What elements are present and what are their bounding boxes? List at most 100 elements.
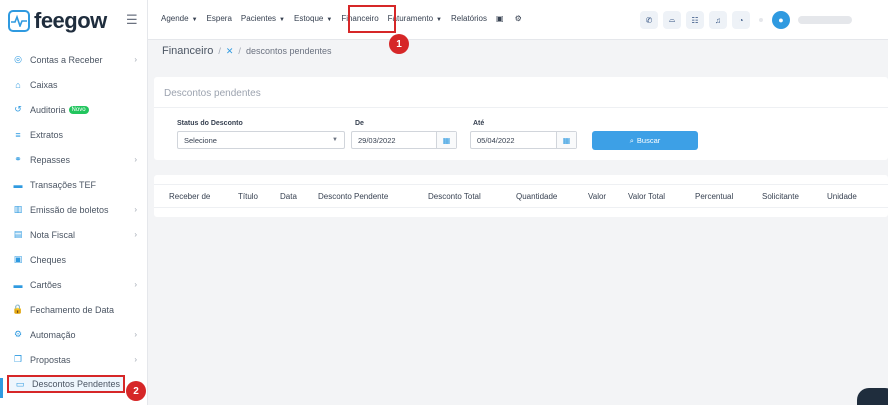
sidebar-item-fechamento-de-data[interactable]: 🔒 Fechamento de Data [0, 297, 148, 322]
sidebar-nav: ◎ Contas a Receber › ⌂ Caixas ↺ Auditoria Novo ≡… [0, 47, 148, 393]
handshake-icon: ⚭ [14, 154, 22, 164]
status-select[interactable]: Selecione ▼ [177, 131, 345, 149]
from-date-input[interactable]: 29/03/2022 ▦ [351, 131, 457, 149]
sidebar-item-nota-fiscal[interactable]: ▤ Nota Fiscal › [0, 222, 148, 247]
sidebar-item-caixas[interactable]: ⌂ Caixas [0, 72, 148, 97]
percent-icon[interactable]: ✕ [226, 46, 234, 57]
save-icon[interactable]: ▣ [496, 14, 504, 23]
cogs-icon: ⚙ [13, 329, 23, 339]
sidebar-item-label: Extratos [30, 129, 64, 140]
column-header[interactable]: Quantidade [516, 192, 557, 201]
from-date-label: De [355, 120, 364, 127]
cash-register-icon: ⌂ [15, 79, 21, 90]
bell-icon[interactable]: ♫ [709, 11, 727, 29]
hamburger-menu-icon[interactable]: ☰ [126, 12, 138, 28]
active-indicator [0, 378, 3, 398]
sidebar-item-contas-a-receber[interactable]: ◎ Contas a Receber › [0, 47, 148, 72]
topbar-actions: ✆ ⌓ ☷ ♫ ◔ ● [640, 11, 852, 29]
from-date-value: 29/03/2022 [358, 135, 396, 145]
credit-card-icon: ▬ [13, 279, 23, 290]
logo-heartbeat-icon [8, 10, 30, 32]
sidebar-item-label: Fechamento de Data [30, 304, 115, 315]
list-icon: ≡ [15, 129, 21, 140]
sidebar-item-label: Emissão de boletos [30, 204, 109, 215]
menu-item-label: Relatórios [450, 14, 487, 23]
menu-item-pacientes[interactable]: Pacientes ▼ [241, 14, 285, 23]
menu-item-label: Espera [206, 14, 232, 23]
barcode-icon: ▥ [13, 204, 23, 214]
lock-icon: 🔒 [12, 304, 24, 314]
sidebar-item-label: Transações TEF [30, 179, 97, 190]
column-header[interactable]: Receber de [169, 192, 210, 201]
menu-item-espera[interactable]: Espera [207, 14, 232, 23]
user-name-blurred[interactable] [798, 16, 852, 24]
menu-item-relatorios[interactable]: Relatórios [451, 14, 487, 23]
sidebar-item-emissao-de-boletos[interactable]: ▥ Emissão de boletos › [0, 197, 148, 222]
sidebar-item-label: Auditoria [30, 104, 66, 115]
sidebar: feegow ☰ ◎ Contas a Receber › ⌂ Caixas ↺ Audit… [0, 0, 148, 405]
sidebar-item-transacoes-tef[interactable]: ▬ Transações TEF [0, 172, 148, 197]
column-header[interactable]: Valor Total [628, 192, 665, 201]
sidebar-item-label: Cartões [30, 279, 62, 290]
status-label: Status do Desconto [177, 120, 243, 127]
column-header[interactable]: Valor [588, 192, 606, 201]
new-badge: Novo [68, 105, 89, 114]
panel-title: Descontos pendentes [164, 88, 261, 99]
chevron-right-icon: › [134, 355, 137, 364]
to-date-label: Até [473, 120, 485, 127]
avatar[interactable]: ● [772, 11, 790, 29]
check-icon: ▣ [13, 254, 23, 264]
menu-item-agende[interactable]: Agende ▼ [161, 14, 198, 23]
sidebar-item-automacao[interactable]: ⚙ Automação › [0, 322, 148, 347]
sidebar-item-propostas[interactable]: ❐ Propostas › [0, 347, 148, 372]
list-icon[interactable]: ☷ [686, 11, 704, 29]
menu-item-label: Pacientes [240, 14, 277, 23]
column-header[interactable]: Desconto Total [428, 192, 481, 201]
column-header[interactable]: Título [238, 192, 258, 201]
sidebar-item-auditoria[interactable]: ↺ Auditoria Novo [0, 97, 148, 122]
column-header[interactable]: Percentual [695, 192, 733, 201]
search-icon: ⌕ [629, 135, 634, 145]
copy-icon: ❐ [13, 354, 23, 364]
money-icon: ▭ [15, 378, 25, 389]
chevron-right-icon: › [134, 230, 137, 239]
chevron-right-icon: › [134, 155, 137, 164]
table-header: Receber de Título Data Desconto Pendente Des… [154, 184, 888, 208]
chevron-right-icon: › [134, 330, 137, 339]
breadcrumb-current: descontos pendentes [245, 46, 332, 56]
calendar-icon[interactable]: ▦ [436, 132, 456, 148]
sidebar-item-repasses[interactable]: ⚭ Repasses › [0, 147, 148, 172]
sidebar-item-label: Propostas [30, 354, 71, 365]
sidebar-item-descontos-pendentes[interactable]: ▭ Descontos Pendentes [7, 375, 125, 393]
column-header[interactable]: Data [280, 192, 297, 201]
sidebar-item-cheques[interactable]: ▣ Cheques [0, 247, 148, 272]
search-button[interactable]: ⌕ Buscar [592, 131, 698, 150]
chat-widget-button[interactable] [857, 388, 888, 405]
step-marker-1: 1 [389, 34, 409, 54]
column-header[interactable]: Desconto Pendente [318, 192, 388, 201]
chevron-right-icon: › [134, 205, 137, 214]
phone-icon[interactable]: ✆ [640, 11, 658, 29]
caret-down-icon: ▼ [191, 17, 198, 23]
sidebar-item-cartoes[interactable]: ▬ Cartões › [0, 272, 148, 297]
sidebar-item-extratos[interactable]: ≡ Extratos [0, 122, 148, 147]
column-header[interactable]: Unidade [827, 192, 857, 201]
chat-icon[interactable]: ◔ [732, 11, 750, 29]
column-header[interactable]: Solicitante [762, 192, 799, 201]
topbar: Agende ▼ Espera Pacientes ▼ Estoque ▼ Financeir… [148, 0, 888, 40]
calendar-icon[interactable]: ▦ [556, 132, 576, 148]
caret-down-icon: ▼ [279, 17, 285, 23]
search-button-label: Buscar [636, 136, 661, 145]
history-icon: ↺ [14, 104, 22, 114]
gear-icon[interactable]: ⚙ [515, 14, 522, 23]
filter-panel: Descontos pendentes Status do Desconto S… [154, 77, 888, 160]
logo[interactable]: feegow [8, 8, 107, 34]
sidebar-item-label: Repasses [30, 154, 71, 165]
logo-text: feegow [34, 8, 107, 33]
menu-item-estoque[interactable]: Estoque ▼ [294, 14, 332, 23]
sidebar-item-label: Descontos Pendentes [32, 379, 121, 389]
to-date-input[interactable]: 05/04/2022 ▦ [470, 131, 577, 149]
caret-down-icon: ▼ [436, 17, 442, 23]
inbox-icon[interactable]: ⌓ [663, 11, 681, 29]
step-marker-2: 2 [126, 381, 146, 401]
